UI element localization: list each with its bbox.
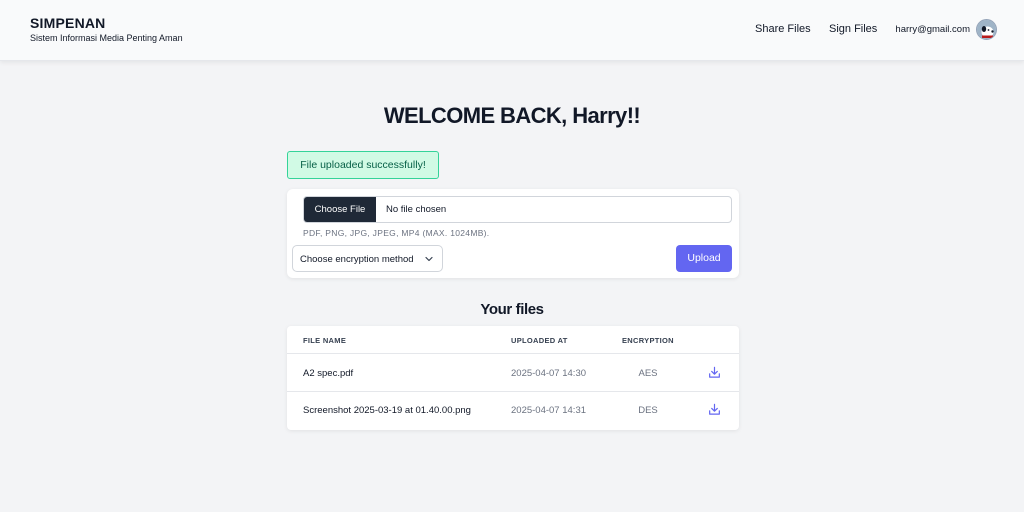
chevron-down-icon bbox=[425, 256, 433, 262]
column-header-file-name: FILE NAME bbox=[303, 336, 347, 345]
files-section-title: Your files bbox=[480, 301, 544, 318]
file-input[interactable]: Choose File No file chosen bbox=[303, 196, 732, 223]
nav-sign-files[interactable]: Sign Files bbox=[829, 23, 877, 35]
encryption-select-value: Choose encryption method bbox=[300, 254, 414, 265]
table-row: Screenshot 2025-03-19 at 01.40.00.png 20… bbox=[287, 391, 739, 429]
uploaded-at-cell: 2025-04-07 14:30 bbox=[511, 368, 587, 379]
choose-file-button[interactable]: Choose File bbox=[304, 197, 376, 222]
download-icon[interactable] bbox=[708, 366, 721, 379]
upload-button[interactable]: Upload bbox=[676, 245, 732, 272]
nav-share-files[interactable]: Share Files bbox=[755, 23, 811, 35]
file-status-text: No file chosen bbox=[386, 204, 447, 215]
user-avatar-icon[interactable] bbox=[976, 19, 997, 40]
column-header-encryption: ENCRYPTION bbox=[622, 336, 674, 345]
user-email[interactable]: harry@gmail.com bbox=[895, 24, 970, 35]
column-header-uploaded-at: UPLOADED AT bbox=[511, 336, 568, 345]
top-navbar: SIMPENAN Sistem Informasi Media Penting … bbox=[0, 0, 1024, 61]
file-name-cell: Screenshot 2025-03-19 at 01.40.00.png bbox=[303, 405, 471, 416]
file-type-hint: PDF, PNG, JPG, JPEG, MP4 (MAX. 1024MB). bbox=[303, 228, 490, 238]
encryption-cell: DES bbox=[638, 405, 658, 416]
encryption-method-select[interactable]: Choose encryption method bbox=[292, 245, 443, 272]
files-table: FILE NAME UPLOADED AT ENCRYPTION A2 spec… bbox=[287, 326, 739, 430]
table-row: A2 spec.pdf 2025-04-07 14:30 AES bbox=[287, 354, 739, 392]
file-name-cell: A2 spec.pdf bbox=[303, 368, 354, 379]
uploaded-at-cell: 2025-04-07 14:31 bbox=[511, 405, 587, 416]
upload-form-card: Choose File No file chosen PDF, PNG, JPG… bbox=[287, 189, 739, 278]
welcome-heading: WELCOME BACK, Harry!! bbox=[383, 103, 641, 128]
encryption-cell: AES bbox=[638, 368, 658, 379]
upload-success-alert: File uploaded successfully! bbox=[287, 151, 439, 179]
download-icon[interactable] bbox=[708, 403, 721, 416]
brand-title[interactable]: SIMPENAN bbox=[30, 15, 106, 31]
brand-subtitle: Sistem Informasi Media Penting Aman bbox=[30, 33, 183, 43]
